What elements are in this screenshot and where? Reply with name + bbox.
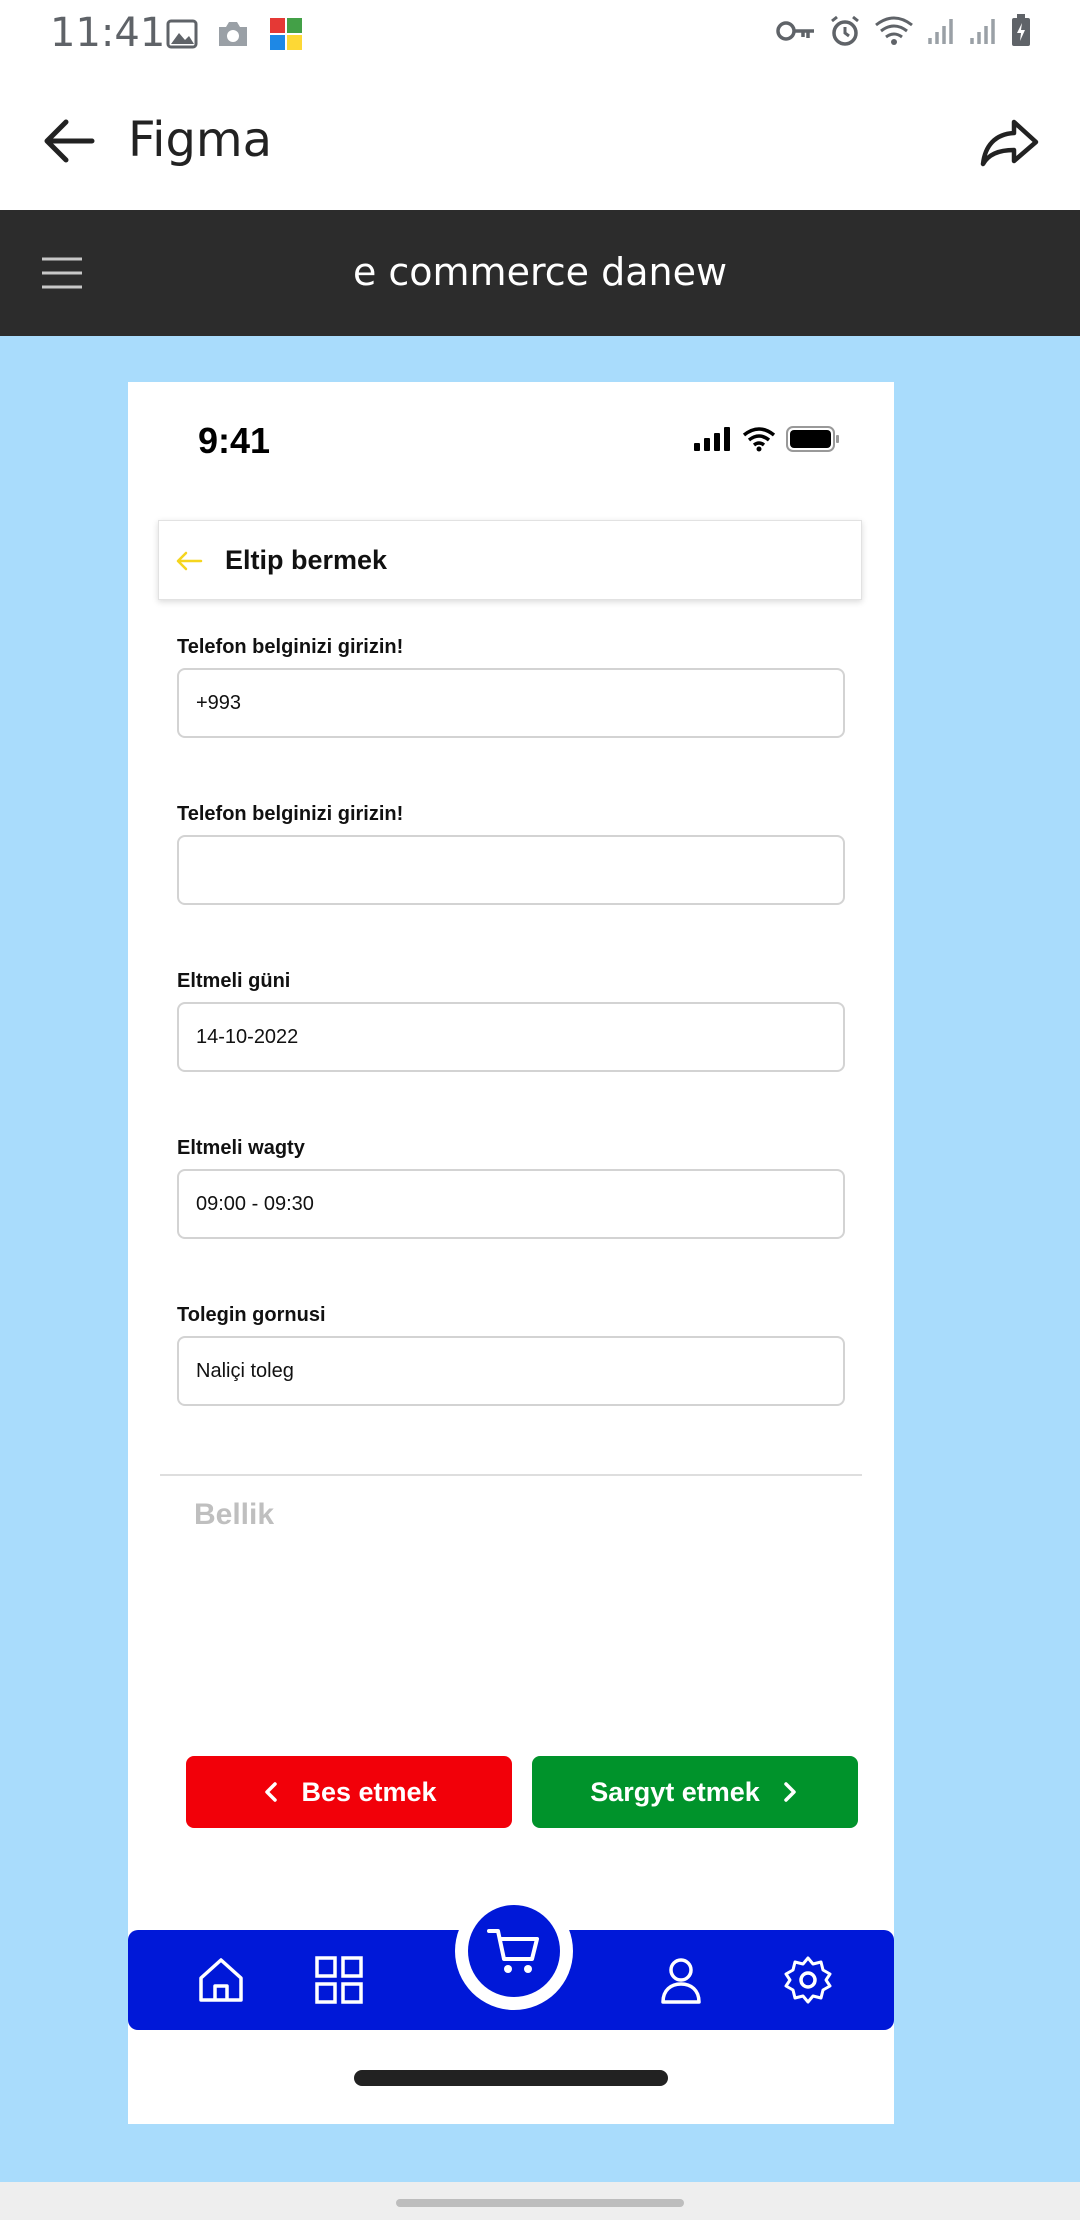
home-indicator[interactable] bbox=[354, 2070, 668, 2086]
cart-icon bbox=[487, 1929, 539, 1973]
vpn-key-icon bbox=[776, 21, 814, 41]
phone-input-2[interactable] bbox=[177, 835, 845, 905]
delivery-time-label: Eltmeli wagty bbox=[177, 1137, 305, 1159]
phone-signal-icon bbox=[694, 427, 730, 451]
delivery-date-label: Eltmeli güni bbox=[177, 970, 291, 992]
cancel-button[interactable]: Bes etmek bbox=[186, 1756, 512, 1828]
screen-title: Eltip bermek bbox=[225, 545, 388, 575]
phone-wifi-icon bbox=[742, 427, 776, 452]
phone-field-label: Telefon belginizi girizin! bbox=[177, 636, 404, 658]
home-icon[interactable] bbox=[195, 1954, 247, 2006]
grid-icon[interactable] bbox=[313, 1954, 365, 2006]
place-order-button-label: Sargyt etmek bbox=[590, 1776, 760, 1807]
chevron-right-icon bbox=[784, 1782, 796, 1802]
signal-2-icon bbox=[970, 19, 995, 44]
cart-button[interactable] bbox=[455, 1892, 573, 2010]
camera-notification-icon bbox=[219, 22, 247, 46]
delivery-time-value: 09:00 - 09:30 bbox=[196, 1193, 314, 1215]
phone-status-time: 9:41 bbox=[198, 420, 271, 461]
system-time: 11:41 bbox=[50, 10, 166, 56]
phone-field-label-2: Telefon belginizi girizin! bbox=[177, 803, 404, 825]
cancel-button-label: Bes etmek bbox=[301, 1776, 437, 1807]
app-bar: Figma bbox=[0, 68, 1080, 210]
alarm-icon bbox=[831, 15, 859, 46]
signal-1-icon bbox=[928, 19, 953, 44]
battery-charging-icon bbox=[1012, 14, 1030, 46]
phone-input[interactable]: +993 bbox=[177, 668, 845, 738]
delivery-date-value: 14-10-2022 bbox=[196, 1026, 299, 1048]
gesture-handle[interactable] bbox=[396, 2199, 684, 2207]
chevron-left-icon bbox=[265, 1782, 278, 1802]
note-textarea[interactable]: Bellik bbox=[194, 1498, 274, 1532]
payment-type-label: Tolegin gornusi bbox=[177, 1304, 326, 1326]
payment-type-value: Naliçi toleg bbox=[196, 1360, 294, 1382]
share-icon[interactable] bbox=[978, 108, 1042, 172]
delivery-date-input[interactable]: 14-10-2022 bbox=[177, 1002, 845, 1072]
prototype-title: e commerce danew bbox=[352, 250, 728, 294]
user-icon[interactable] bbox=[655, 1954, 707, 2006]
back-arrow-icon[interactable] bbox=[175, 549, 203, 573]
system-navigation-bar bbox=[0, 2182, 1080, 2220]
payment-type-select[interactable]: Naliçi toleg bbox=[177, 1336, 845, 1406]
prototype-header: e commerce danew bbox=[0, 210, 1080, 336]
settings-icon[interactable] bbox=[782, 1954, 834, 2006]
screen-header: Eltip bermek bbox=[158, 520, 862, 600]
delivery-time-input[interactable]: 09:00 - 09:30 bbox=[177, 1169, 845, 1239]
place-order-button[interactable]: Sargyt etmek bbox=[532, 1756, 858, 1828]
puzzle-app-icon bbox=[270, 18, 302, 50]
system-status-bar: 11:41 bbox=[0, 0, 1080, 68]
gallery-notification-icon bbox=[166, 19, 198, 49]
phone-frame: 9:41 Eltip bermek Telefon belginizi giri… bbox=[128, 382, 894, 2124]
phone-battery-icon bbox=[786, 426, 839, 452]
back-arrow-icon[interactable] bbox=[38, 110, 100, 172]
phone-input-value: +993 bbox=[196, 692, 242, 714]
wifi-icon bbox=[875, 16, 913, 45]
divider bbox=[160, 1474, 862, 1476]
app-title: Figma bbox=[128, 112, 273, 168]
